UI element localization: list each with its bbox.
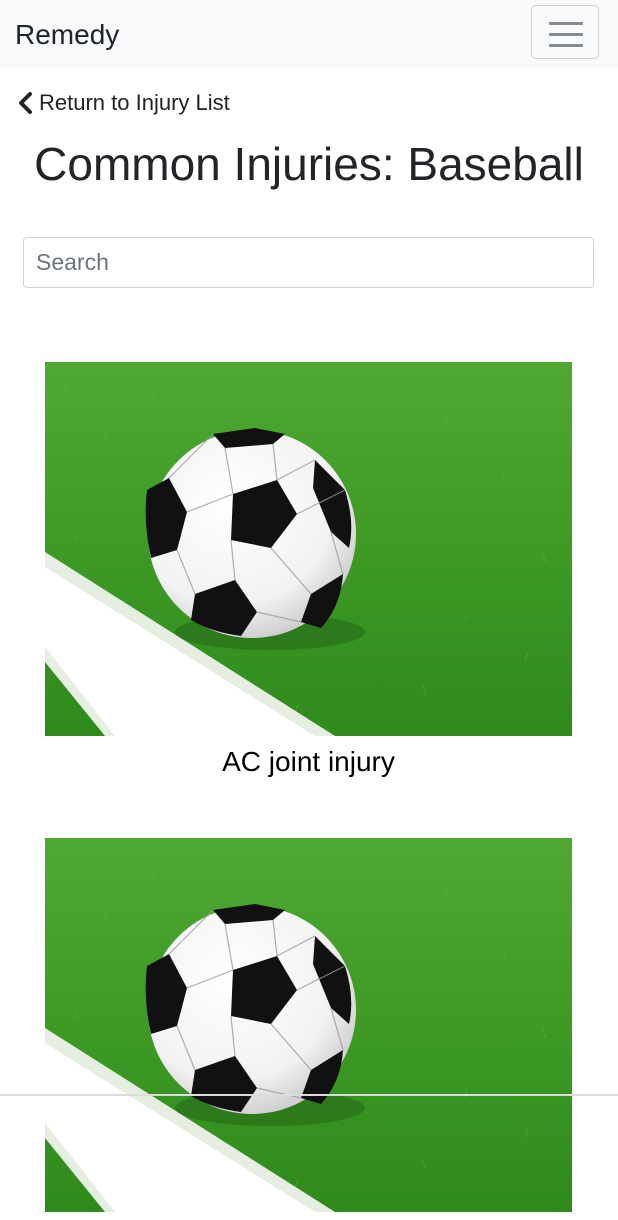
- return-to-injury-list-link[interactable]: Return to Injury List: [17, 88, 230, 118]
- brand-logo[interactable]: Remedy: [15, 17, 119, 53]
- injury-card[interactable]: [45, 838, 572, 1220]
- hamburger-menu-icon-bar: [549, 33, 583, 36]
- chevron-left-icon: [19, 92, 32, 114]
- injury-image: [45, 838, 572, 1212]
- navbar: Remedy: [0, 0, 618, 69]
- navbar-toggle-button[interactable]: [531, 5, 599, 59]
- page-title: Common Injuries: Baseball: [34, 138, 584, 190]
- injury-name: AC joint injury: [222, 746, 395, 777]
- injury-image: [45, 362, 572, 736]
- hamburger-menu-icon-bar: [549, 44, 583, 47]
- hamburger-menu-icon: [549, 22, 583, 25]
- return-link-label: Return to Injury List: [39, 90, 230, 115]
- search-input[interactable]: [23, 237, 594, 288]
- injury-card[interactable]: AC joint injury: [45, 362, 572, 780]
